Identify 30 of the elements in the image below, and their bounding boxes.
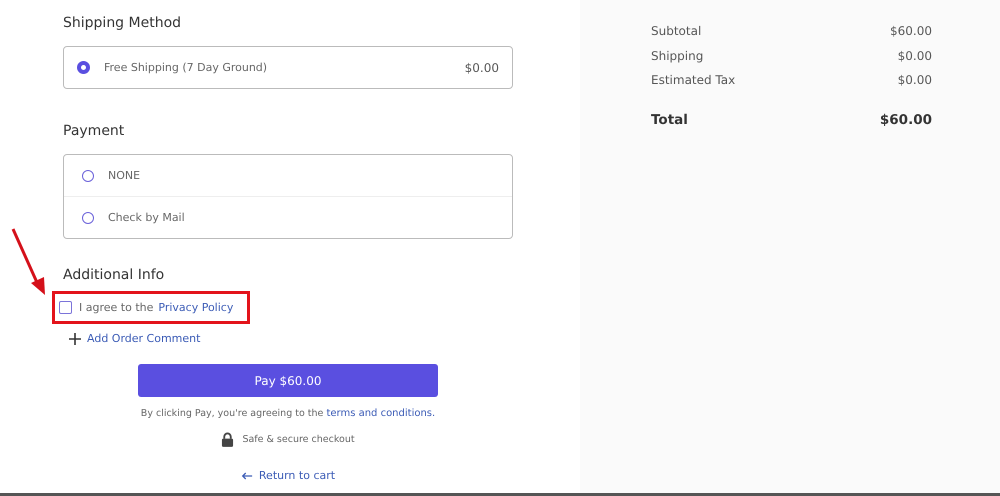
option-label: Free Shipping (7 Day Ground)	[104, 61, 268, 74]
summary-label: Subtotal	[651, 24, 702, 40]
return-to-cart-link[interactable]: Return to cart	[240, 469, 336, 482]
summary-value: $0.00	[898, 48, 932, 64]
total-label: Total	[651, 112, 688, 130]
summary-label: Shipping	[651, 48, 704, 64]
option-label: NONE	[108, 169, 142, 182]
section-heading: Additional Info	[63, 266, 166, 285]
terms-text: By clicking Pay, you're agreeing to the terms and conditions.	[140, 408, 436, 419]
plus-icon	[69, 332, 81, 344]
privacy-policy-link[interactable]: Privacy Policy	[158, 301, 234, 314]
secure-note: Safe & secure checkout	[242, 434, 355, 445]
total-value: $60.00	[880, 112, 932, 130]
radio-button[interactable]	[82, 212, 94, 224]
radio-button[interactable]	[77, 61, 90, 74]
lock-icon	[221, 432, 234, 447]
terms-link[interactable]: terms and conditions.	[326, 408, 436, 419]
option-price: $0.00	[464, 60, 499, 74]
add-order-comment-link[interactable]: Add Order Comment	[69, 332, 200, 345]
section-heading: Payment	[63, 122, 126, 141]
summary-value: $0.00	[898, 73, 932, 89]
radio-button[interactable]	[82, 170, 94, 182]
checkbox[interactable]	[59, 301, 72, 314]
summary-value: $60.00	[890, 24, 932, 40]
summary-label: Estimated Tax	[651, 73, 736, 89]
option-label: Check by Mail	[108, 211, 186, 224]
arrow-left-icon	[240, 470, 253, 480]
pay-button[interactable]: Pay $60.00	[138, 364, 438, 397]
section-heading: Shipping Method	[63, 14, 182, 33]
agree-text: I agree to the	[79, 301, 154, 314]
